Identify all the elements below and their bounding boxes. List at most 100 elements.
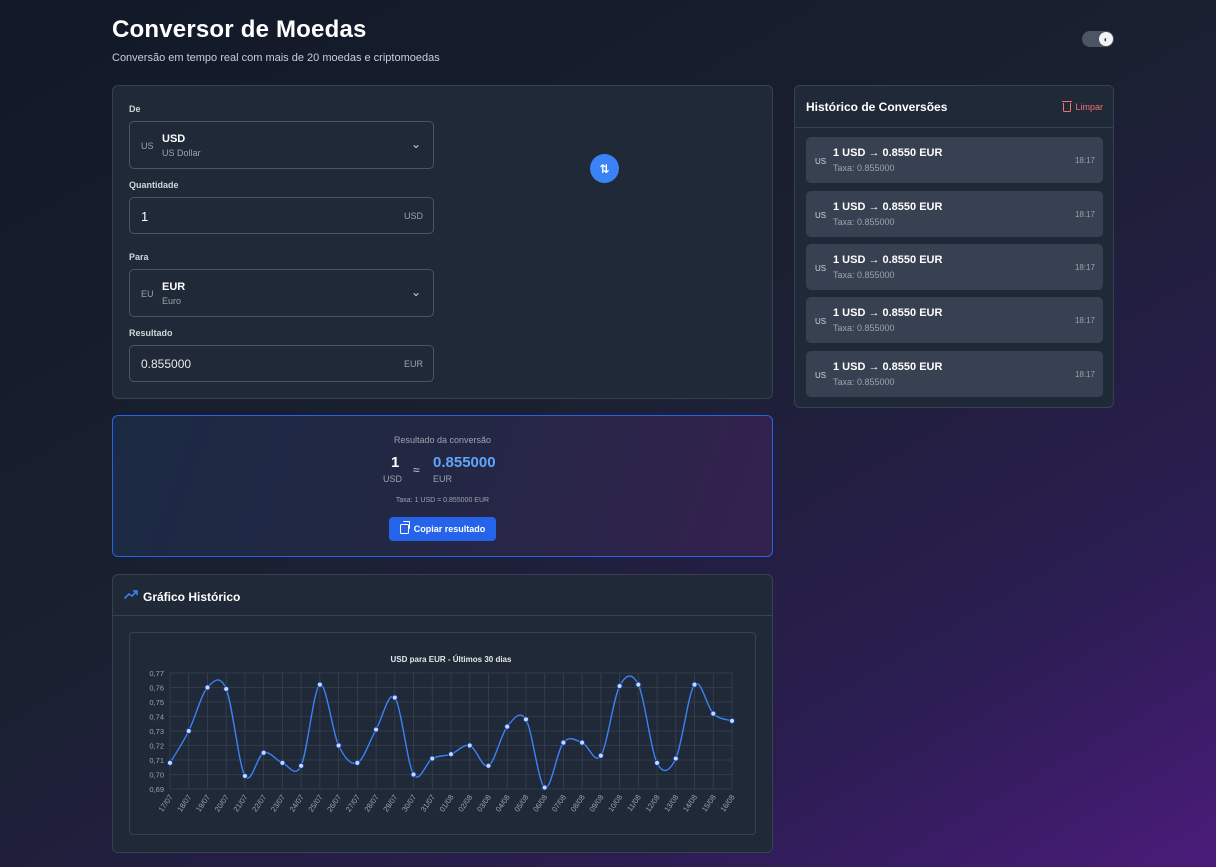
data-point bbox=[429, 755, 436, 762]
y-tick-label: 0,72 bbox=[149, 742, 164, 751]
amount-unit: USD bbox=[403, 211, 423, 221]
x-tick-label: 12/08 bbox=[644, 793, 662, 814]
history-rate: Taxa: 0.855000 bbox=[833, 270, 895, 280]
from-name: US Dollar bbox=[162, 148, 201, 158]
data-point bbox=[616, 682, 623, 690]
x-tick-label: 08/08 bbox=[569, 793, 587, 814]
data-point bbox=[728, 717, 736, 724]
x-tick-label: 22/07 bbox=[250, 793, 268, 814]
history-item[interactable]: US 1 USD → 0.8550 EUR Taxa: 0.855000 18:… bbox=[806, 137, 1103, 183]
data-point bbox=[635, 681, 642, 688]
history-header: Histórico de Conversões Limpar bbox=[795, 86, 1113, 128]
history-rate: Taxa: 0.855000 bbox=[833, 377, 895, 387]
line-chart: USD para EUR - Últimos 30 dias 0,77 0,76 0,… bbox=[149, 655, 736, 814]
data-point bbox=[204, 684, 211, 691]
chevron-down-icon: ⌄ bbox=[410, 137, 421, 151]
swap-arrows-icon: ⇅ bbox=[599, 161, 610, 176]
history-item[interactable]: US 1 USD → 0.8550 EUR Taxa: 0.855000 18:… bbox=[806, 297, 1103, 343]
amount-input[interactable]: 1 USD bbox=[129, 197, 434, 234]
history-time: 18:17 bbox=[1074, 210, 1095, 219]
data-point bbox=[279, 759, 286, 766]
x-tick-label: 13/08 bbox=[662, 793, 680, 814]
data-point bbox=[372, 726, 380, 733]
history-item[interactable]: US 1 USD → 0.8550 EUR Taxa: 0.855000 18:… bbox=[806, 351, 1103, 397]
history-flag: US bbox=[815, 211, 827, 220]
x-tick-label: 30/07 bbox=[400, 793, 418, 814]
history-flag: US bbox=[815, 371, 827, 380]
history-time: 18:17 bbox=[1074, 316, 1095, 325]
x-tick-label: 20/07 bbox=[213, 793, 231, 814]
data-point bbox=[298, 762, 305, 769]
history-time: 18:17 bbox=[1074, 370, 1095, 379]
trending-up-icon bbox=[124, 590, 138, 599]
data-point bbox=[354, 759, 361, 766]
clear-history-button[interactable]: Limpar bbox=[1062, 101, 1103, 112]
to-currency-select[interactable]: EU EUR Euro ⌄ bbox=[129, 269, 434, 317]
amount-value: 1 bbox=[141, 209, 149, 224]
x-tick-label: 07/08 bbox=[550, 793, 568, 814]
history-item[interactable]: US 1 USD → 0.8550 EUR Taxa: 0.855000 18:… bbox=[806, 244, 1103, 290]
history-title: Histórico de Conversões bbox=[806, 100, 948, 114]
history-conversion: 1 USD → 0.8550 EUR bbox=[833, 201, 943, 213]
y-tick-label: 0,70 bbox=[149, 771, 164, 780]
copy-icon bbox=[399, 521, 410, 534]
x-tick-label: 19/07 bbox=[194, 793, 212, 814]
chart-title: USD para EUR - Últimos 30 dias bbox=[391, 655, 512, 664]
result-unit: EUR bbox=[403, 359, 423, 369]
chart-card: Gráfico Histórico USD para EUR - Últimos… bbox=[112, 574, 773, 853]
data-point bbox=[560, 739, 567, 746]
data-point bbox=[691, 681, 698, 688]
x-tick-label: 09/08 bbox=[587, 793, 605, 814]
page-header: Conversor de Moedas Conversão em tempo r… bbox=[112, 16, 440, 64]
result-value: 0.855000 bbox=[141, 357, 192, 371]
x-tick-label: 05/08 bbox=[512, 793, 530, 814]
data-point bbox=[504, 723, 511, 730]
x-tick-label: 17/07 bbox=[156, 793, 174, 814]
result-field: 0.855000 EUR bbox=[129, 345, 434, 382]
result-label: Resultado bbox=[129, 328, 173, 338]
x-tick-label: 04/08 bbox=[494, 793, 512, 814]
amount-label: Quantidade bbox=[129, 180, 179, 190]
chart-section-title: Gráfico Histórico bbox=[143, 590, 241, 604]
data-point bbox=[597, 752, 604, 759]
x-tick-label: 18/07 bbox=[175, 793, 193, 814]
result-rate-text: Taxa: 1 USD = 0.855000 EUR bbox=[395, 497, 490, 504]
y-tick-label: 0,69 bbox=[149, 785, 164, 794]
data-point bbox=[335, 742, 342, 749]
data-point bbox=[522, 716, 530, 723]
data-point bbox=[579, 739, 586, 746]
swap-currencies-button[interactable]: ⇅ bbox=[590, 154, 619, 183]
x-tick-label: 24/07 bbox=[288, 793, 306, 814]
copy-result-button[interactable]: Copiar resultado bbox=[389, 517, 496, 541]
history-flag: US bbox=[815, 264, 827, 273]
x-tick-label: 21/07 bbox=[231, 793, 249, 814]
history-conversion: 1 USD → 0.8550 EUR bbox=[833, 361, 943, 373]
theme-toggle[interactable]: ◐ bbox=[1082, 31, 1114, 47]
x-tick-label: 26/07 bbox=[325, 793, 343, 814]
from-code: USD bbox=[162, 133, 186, 145]
data-point bbox=[447, 751, 455, 758]
page-subtitle: Conversão em tempo real com mais de 20 m… bbox=[112, 52, 440, 64]
y-tick-label: 0,73 bbox=[149, 727, 164, 736]
data-point bbox=[185, 727, 192, 735]
y-tick-label: 0,71 bbox=[149, 756, 164, 765]
history-conversion: 1 USD → 0.8550 EUR bbox=[833, 254, 943, 266]
history-time: 18:17 bbox=[1074, 263, 1095, 272]
history-rate: Taxa: 0.855000 bbox=[833, 217, 895, 227]
data-point bbox=[391, 694, 398, 701]
result-card-title: Resultado da conversão bbox=[393, 435, 492, 445]
from-currency-select[interactable]: US USD US Dollar ⌄ bbox=[129, 121, 434, 169]
chevron-down-icon: ⌄ bbox=[410, 285, 421, 299]
data-point bbox=[241, 772, 249, 780]
history-flag: US bbox=[815, 317, 827, 326]
chart-container: USD para EUR - Últimos 30 dias 0,77 0,76 0,… bbox=[129, 632, 756, 835]
history-item[interactable]: US 1 USD → 0.8550 EUR Taxa: 0.855000 18:… bbox=[806, 191, 1103, 237]
x-tick-label: 14/08 bbox=[681, 793, 699, 814]
data-point bbox=[223, 685, 230, 693]
chart-header: Gráfico Histórico bbox=[113, 575, 772, 616]
history-card: Histórico de Conversões Limpar US 1 USD … bbox=[794, 85, 1114, 408]
data-point bbox=[672, 755, 679, 762]
x-tick-label: 01/08 bbox=[437, 793, 455, 814]
history-flag: US bbox=[815, 157, 827, 166]
x-tick-label: 10/08 bbox=[606, 793, 624, 814]
